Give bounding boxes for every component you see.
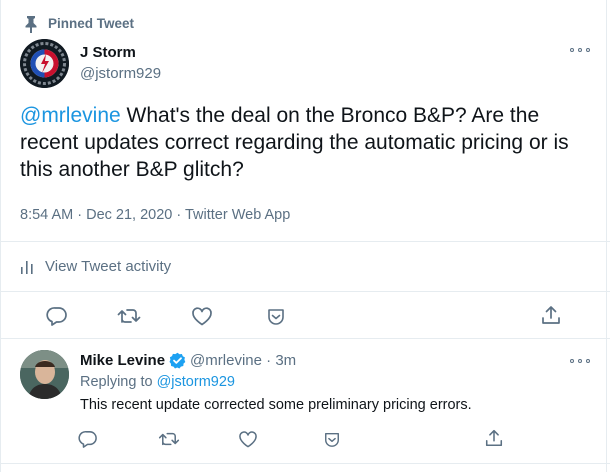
reply-author-row: Mike Levine @mrlevine · 3m: [80, 352, 297, 369]
reply-author-name[interactable]: Mike Levine: [80, 352, 165, 369]
reply-author-handle[interactable]: @mrlevine: [190, 352, 262, 369]
tweet-meta: 8:54 AM · Dec 21, 2020 · Twitter Web App: [20, 207, 291, 223]
avatar[interactable]: [20, 39, 69, 88]
pinned-tweet-label: Pinned Tweet: [48, 16, 135, 31]
mention-link[interactable]: @mrlevine: [20, 104, 121, 127]
reply-like-icon[interactable]: [238, 431, 258, 448]
reply-reply-icon[interactable]: [78, 430, 98, 448]
verified-badge-icon: [169, 352, 186, 369]
replying-to-link[interactable]: @jstorm929: [157, 374, 235, 390]
tweet-source[interactable]: Twitter Web App: [185, 207, 290, 223]
reply-text: This recent update corrected some prelim…: [80, 397, 472, 413]
divider: [0, 241, 610, 242]
reply-time[interactable]: 3m: [275, 352, 296, 369]
divider: [0, 338, 610, 339]
retweet-icon[interactable]: [117, 307, 141, 325]
like-icon[interactable]: [191, 307, 213, 326]
reply-avatar[interactable]: [20, 350, 69, 399]
reply-more-options-icon[interactable]: [570, 356, 590, 366]
share-icon[interactable]: [540, 304, 562, 326]
tweet-date[interactable]: Dec 21, 2020: [86, 207, 172, 223]
author-handle[interactable]: @jstorm929: [80, 65, 161, 82]
more-options-icon[interactable]: [570, 45, 590, 55]
tweet-time[interactable]: 8:54 AM: [20, 207, 73, 223]
replying-to-label: Replying to: [80, 374, 157, 390]
tweet-text: @mrlevine What's the deal on the Bronco …: [20, 102, 595, 183]
view-tweet-activity-button[interactable]: View Tweet activity: [20, 258, 171, 275]
reply-save-icon[interactable]: [322, 431, 342, 448]
author-name[interactable]: J Storm: [80, 44, 136, 61]
save-icon[interactable]: [265, 307, 287, 326]
view-tweet-activity-label: View Tweet activity: [45, 258, 172, 275]
reply-retweet-icon[interactable]: [158, 431, 180, 447]
reply-icon[interactable]: [46, 306, 68, 326]
divider: [0, 463, 610, 464]
analytics-icon: [20, 259, 34, 275]
divider: [0, 291, 610, 292]
reply-share-icon[interactable]: [484, 428, 504, 448]
replying-to-line: Replying to @jstorm929: [80, 374, 235, 390]
pin-icon: [24, 15, 38, 33]
